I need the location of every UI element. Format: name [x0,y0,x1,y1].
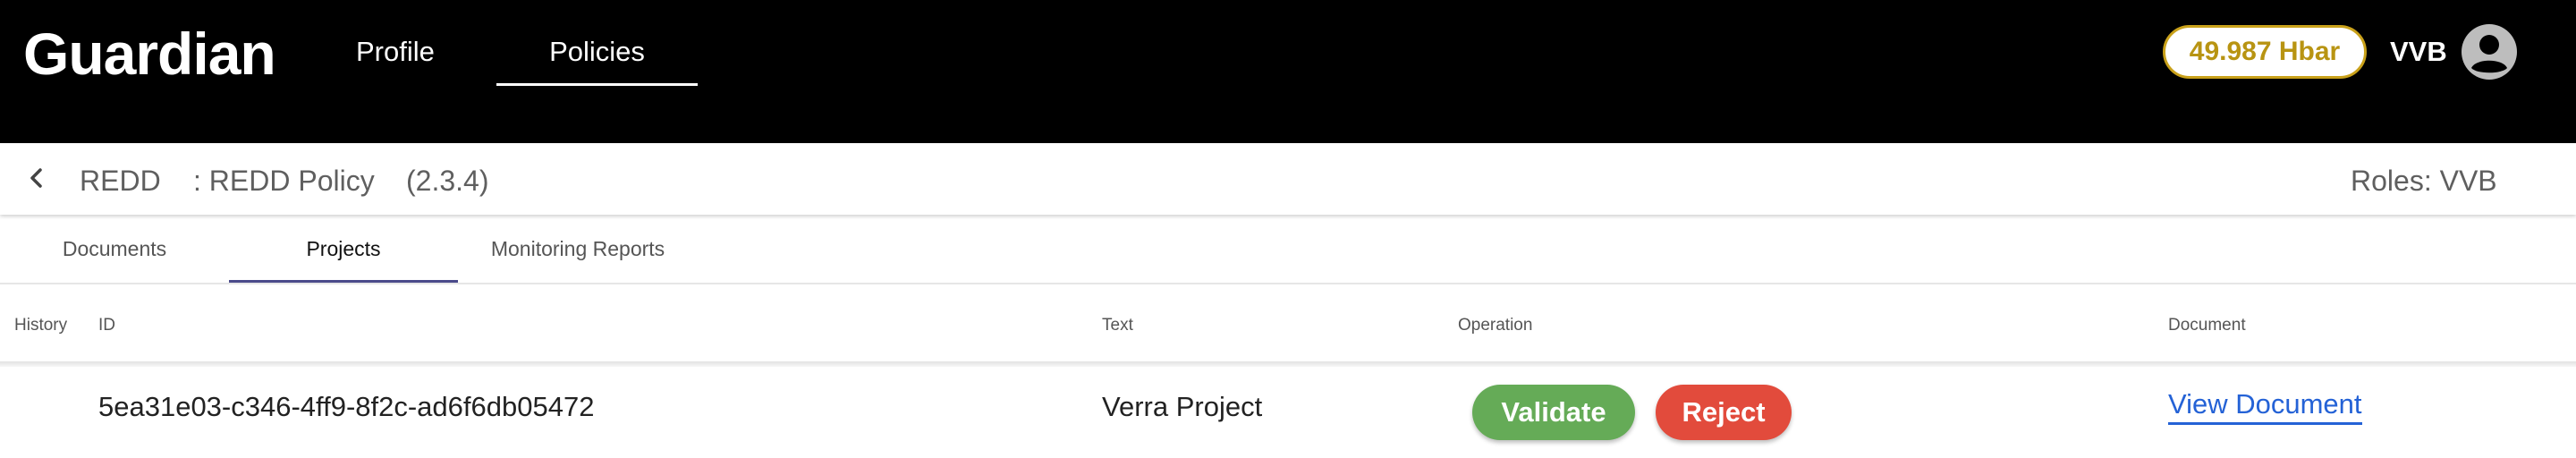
app-brand[interactable]: Guardian [23,20,276,88]
reject-button[interactable]: Reject [1656,385,1792,440]
user-name[interactable]: VVB [2390,36,2447,68]
balance-badge: 49.987 Hbar [2163,25,2367,79]
row-text: Verra Project [1102,391,1263,422]
column-header-history: History [14,316,68,335]
nav-active-indicator [496,83,698,86]
row-id: 5ea31e03-c346-4ff9-8f2c-ad6f6db05472 [98,391,595,422]
user-roles: Roles: VVB [2351,165,2497,197]
column-header-document: Document [2168,316,2246,335]
policy-name: REDD [80,165,161,197]
column-header-text: Text [1102,316,1133,335]
tab-monitoring-reports[interactable]: Monitoring Reports [474,218,682,283]
column-header-id: ID [98,316,115,335]
chevron-left-icon[interactable] [21,163,52,193]
nav-profile[interactable]: Profile [356,36,435,68]
policy-version: (2.3.4) [406,165,489,197]
validate-button[interactable]: Validate [1472,385,1635,440]
policy-header: REDD : REDD Policy (2.3.4) Roles: VVB [0,143,2576,215]
table-header-divider [0,361,2576,367]
policy-title: : REDD Policy [193,165,375,197]
tab-projects[interactable]: Projects [229,218,458,283]
account-circle-icon[interactable] [2462,24,2517,80]
top-navbar: Guardian Profile Policies 49.987 Hbar VV… [0,0,2576,143]
column-header-operation: Operation [1458,316,1533,335]
tabs-divider [0,283,2576,284]
tab-documents[interactable]: Documents [23,218,206,283]
nav-policies[interactable]: Policies [496,36,698,68]
view-document-link[interactable]: View Document [2168,388,2362,425]
